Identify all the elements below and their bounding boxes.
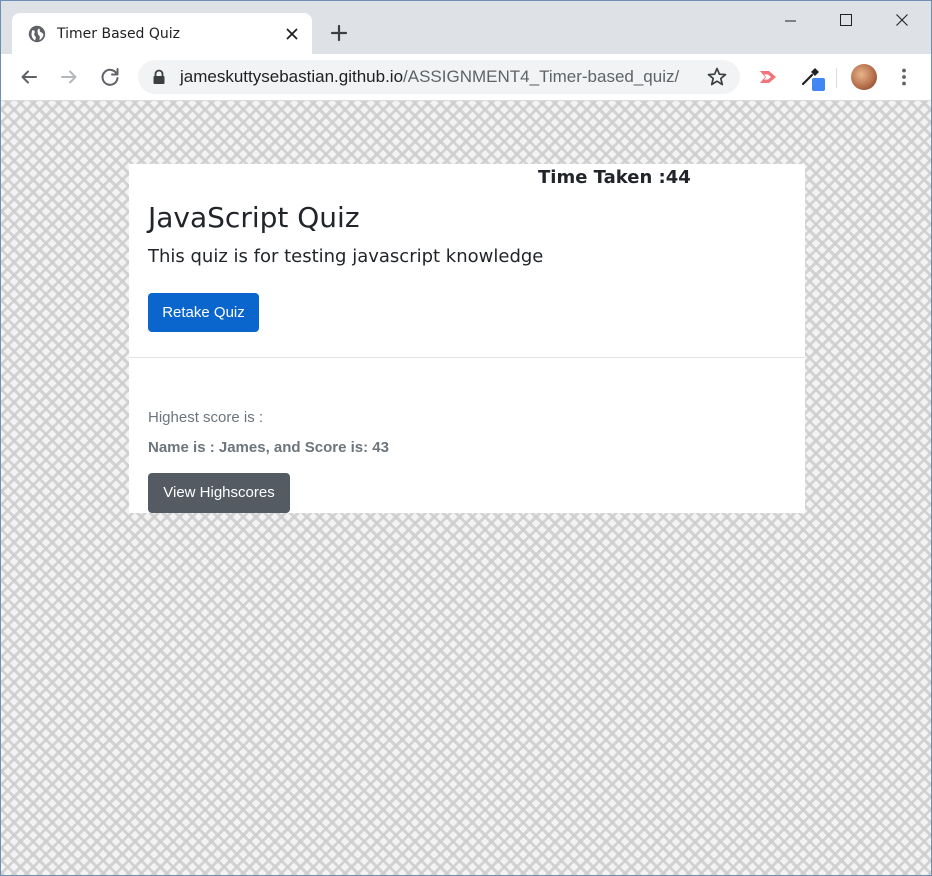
extension-icon[interactable]: [757, 66, 779, 88]
browser-toolbar: jameskuttysebastian.github.io/ASSIGNMENT…: [1, 54, 931, 101]
highscore-label: Highest score is :: [148, 409, 264, 426]
new-tab-icon[interactable]: [327, 21, 351, 45]
url-path: /ASSIGNMENT4_Timer-based_quiz/: [403, 67, 680, 86]
browser-window: Timer Based Quiz jameskuttysebastian.git…: [0, 0, 932, 876]
maximize-icon[interactable]: [823, 7, 869, 35]
tab-title: Timer Based Quiz: [57, 26, 181, 42]
back-arrow-icon[interactable]: [17, 65, 41, 89]
page-title: JavaScript Quiz: [148, 201, 360, 234]
reload-icon[interactable]: [98, 65, 122, 89]
page-subtitle: This quiz is for testing javascript know…: [148, 246, 544, 267]
lock-icon[interactable]: [152, 69, 166, 85]
eyedropper-icon[interactable]: [799, 64, 827, 92]
divider: [129, 357, 805, 358]
view-highscores-button[interactable]: View Highscores: [148, 473, 290, 513]
page-background: Time Taken :44 JavaScript Quiz This quiz…: [1, 101, 931, 875]
star-icon[interactable]: [706, 66, 728, 88]
close-icon[interactable]: [879, 7, 925, 35]
globe-icon: [28, 25, 46, 43]
browser-tab[interactable]: Timer Based Quiz: [12, 13, 312, 54]
retake-quiz-button[interactable]: Retake Quiz: [148, 293, 259, 332]
quiz-card: Time Taken :44 JavaScript Quiz This quiz…: [129, 164, 805, 513]
address-bar[interactable]: jameskuttysebastian.github.io/ASSIGNMENT…: [138, 60, 740, 94]
avatar[interactable]: [851, 64, 877, 90]
minimize-icon[interactable]: [767, 7, 813, 35]
forward-arrow-icon[interactable]: [57, 65, 81, 89]
url-host: jameskuttysebastian.github.io: [180, 67, 404, 86]
menu-dots-icon[interactable]: [893, 66, 915, 88]
timer-text: Time Taken :44: [538, 167, 691, 188]
url-text[interactable]: jameskuttysebastian.github.io/ASSIGNMENT…: [180, 67, 679, 87]
highscore-value: Name is : James, and Score is: 43: [148, 439, 389, 456]
tab-close-icon[interactable]: [282, 24, 302, 44]
toolbar-separator: [836, 68, 837, 88]
tab-strip: Timer Based Quiz: [1, 1, 931, 54]
